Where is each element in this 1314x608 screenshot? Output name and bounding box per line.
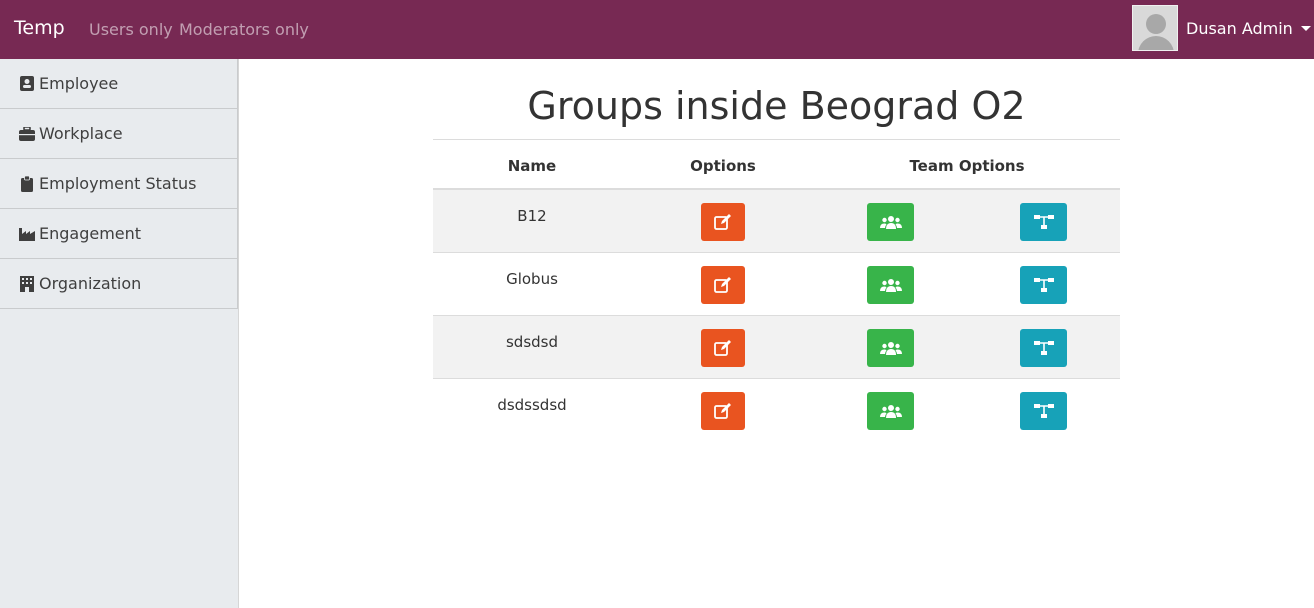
sitemap-icon [1033,278,1054,292]
team-structure-button[interactable] [1020,203,1067,241]
sidebar-item-label: Organization [39,274,142,293]
team-members-button[interactable] [867,266,914,304]
table-row: dsdssdsd [433,379,1120,442]
users-icon [879,342,902,355]
team-members-button[interactable] [867,329,914,367]
edit-button[interactable] [701,392,745,430]
sitemap-icon [1033,341,1054,355]
team-structure-button[interactable] [1020,266,1067,304]
table-row: sdsdsd [433,316,1120,379]
page-title: Groups inside Beograd O2 [527,84,1026,128]
building-icon [19,275,35,292]
table-header: Name Options Team Options [433,140,1120,190]
edit-icon [714,403,731,419]
sidebar-item-label: Employment Status [39,174,197,193]
column-header-name: Name [507,157,557,175]
column-header-options: Options [690,157,756,175]
top-navbar: Temp Users only Moderators only Dusan Ad… [0,0,1314,59]
sidebar-item-label: Employee [39,74,119,93]
clipboard-icon [19,175,35,192]
users-icon [879,405,902,418]
sidebar-item-label: Engagement [39,224,142,243]
edit-icon [714,340,731,356]
sitemap-icon [1033,404,1054,418]
group-name: sdsdsd [505,333,558,351]
sidebar-item-employment-status[interactable]: Employment Status [0,159,238,209]
team-structure-button[interactable] [1020,329,1067,367]
nav-users-only[interactable]: Users only [89,20,173,39]
caret-down-icon [1300,25,1311,31]
sidebar: Employee Workplace Employment Status Eng… [0,59,239,608]
edit-icon [714,277,731,293]
group-name: B12 [517,207,547,225]
user-name: Dusan Admin [1186,18,1293,38]
users-icon [879,216,902,229]
sidebar-item-label: Workplace [39,124,123,143]
user-menu-dropdown[interactable]: Dusan Admin [1132,4,1311,52]
edit-button[interactable] [701,329,745,367]
industry-icon [19,226,35,242]
edit-icon [714,214,731,230]
groups-table: Name Options Team Options B12 Globus sds… [433,139,1120,442]
sidebar-item-engagement[interactable]: Engagement [0,209,238,259]
team-members-button[interactable] [867,392,914,430]
avatar [1132,5,1178,51]
sidebar-item-workplace[interactable]: Workplace [0,109,238,159]
sidebar-item-organization[interactable]: Organization [0,259,238,309]
column-header-team-options: Team Options [909,157,1025,175]
sitemap-icon [1033,215,1054,229]
id-card-icon [19,76,35,92]
users-icon [879,279,902,292]
group-name: Globus [506,270,558,288]
brand-link[interactable]: Temp [14,17,65,39]
team-members-button[interactable] [867,203,914,241]
group-name: dsdssdsd [497,396,567,414]
table-row: B12 [433,190,1120,253]
edit-button[interactable] [701,203,745,241]
team-structure-button[interactable] [1020,392,1067,430]
table-row: Globus [433,253,1120,316]
nav-moderators-only[interactable]: Moderators only [179,20,309,39]
sidebar-item-employee[interactable]: Employee [0,59,238,109]
edit-button[interactable] [701,266,745,304]
briefcase-icon [19,126,35,142]
